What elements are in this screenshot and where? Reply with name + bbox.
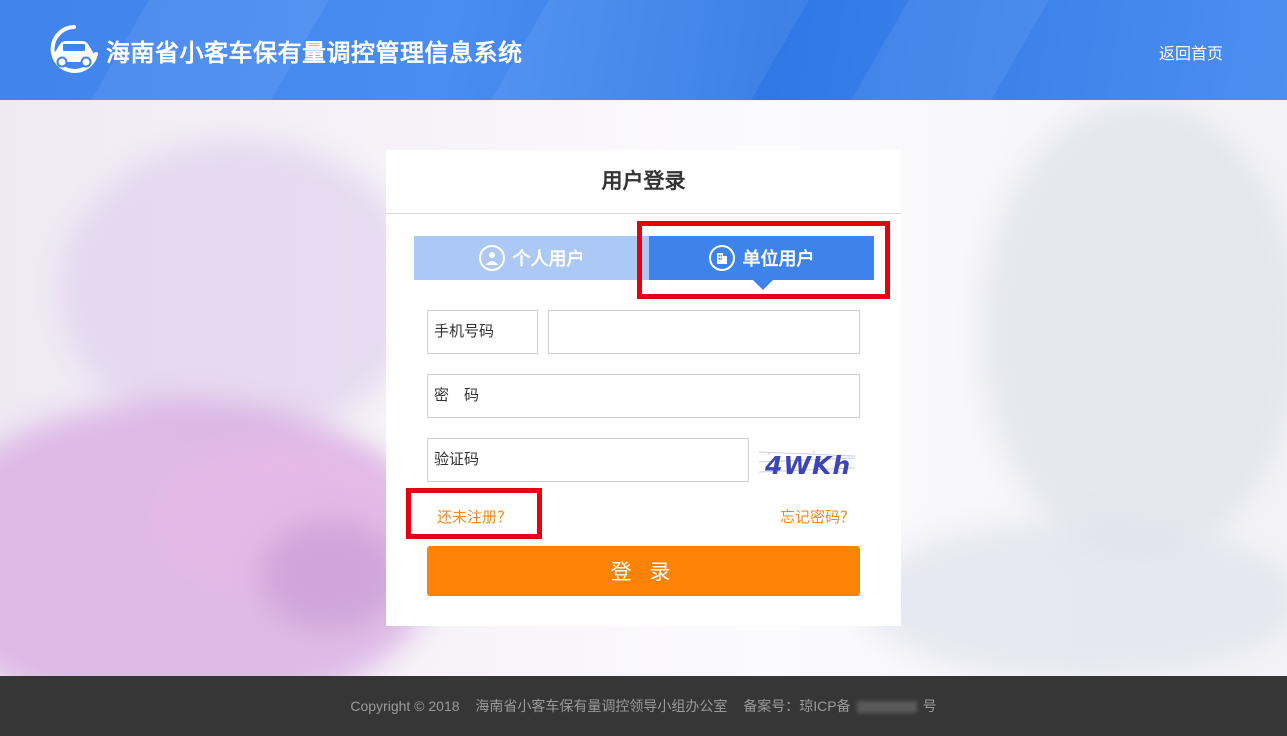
password-field[interactable]: 密 码 [427,374,860,418]
phone-input[interactable] [557,311,851,353]
phone-label: 手机号码 [434,323,495,340]
bg-blur [60,140,420,440]
building-icon [708,245,735,271]
footer-copyright: Copyright © 2018 [350,698,460,714]
footer-icp: 备案号：琼ICP备 号 [743,698,936,714]
password-label: 密 码 [434,387,480,404]
page-header: 海南省小客车保有量调控管理信息系统 返回首页 [0,0,1287,100]
bg-blur [860,520,1287,676]
password-input[interactable] [498,375,853,417]
bg-blur [260,520,400,630]
tab-unit-label: 单位用户 [742,249,815,269]
tab-unit-user[interactable]: 单位用户 [649,236,874,290]
captcha-field[interactable]: 验证码 [427,438,749,482]
register-link[interactable]: 还未注册？ [437,506,512,527]
header-decoration [839,0,1061,100]
footer-icp-redacted [856,701,917,714]
phone-field[interactable] [548,310,860,354]
bg-blur [980,100,1287,560]
user-icon [478,245,505,271]
footer-org: 海南省小客车保有量调控领导小组办公室 [475,698,728,714]
page-footer: Copyright © 2018 海南省小客车保有量调控领导小组办公室 备案号：… [0,676,1287,736]
header-decoration [479,0,821,100]
footer-icp-suffix: 号 [922,698,937,714]
login-button[interactable]: 登 录 [427,546,860,596]
footer-icp-prefix: 备案号：琼ICP备 [743,698,851,714]
car-logo-icon [50,25,98,73]
home-link[interactable]: 返回首页 [1159,40,1223,64]
captcha-input[interactable] [498,439,742,481]
tab-personal-label: 个人用户 [512,249,585,269]
captcha-label: 验证码 [434,451,480,468]
phone-label-box: 手机号码 [427,310,538,354]
captcha-image[interactable]: 4WKh [759,446,855,480]
login-card: 用户登录 个人用户 单位用户 手机号码 密 码 验证码 4WKh 还未注册？ 忘… [386,150,901,626]
login-title: 用户登录 [386,150,901,214]
tab-personal-user[interactable]: 个人用户 [414,236,649,280]
captcha-text: 4WKh [764,451,851,480]
site-title: 海南省小客车保有量调控管理信息系统 [106,40,523,67]
forgot-password-link[interactable]: 忘记密码？ [780,506,855,527]
